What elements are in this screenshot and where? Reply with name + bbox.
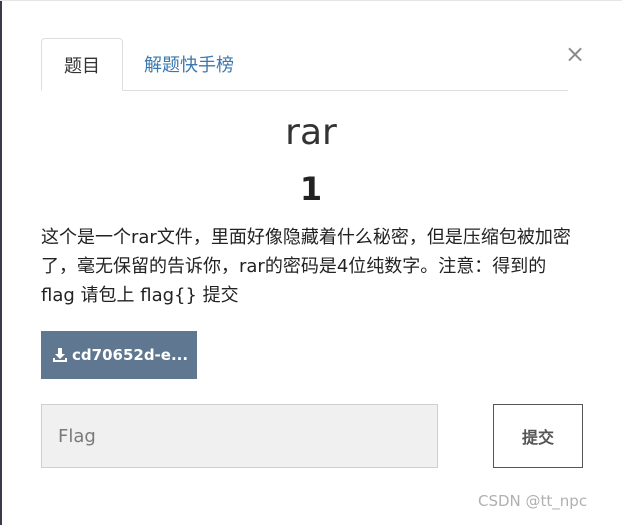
tab-bar: 题目 解题快手榜 <box>41 38 568 91</box>
challenge-title: rar <box>285 112 337 153</box>
download-file-button[interactable]: cd70652d-e... <box>41 331 197 379</box>
window-edge <box>0 0 2 525</box>
challenge-points: 1 <box>299 170 323 208</box>
flag-input[interactable] <box>41 404 438 468</box>
download-file-label: cd70652d-e... <box>72 346 189 364</box>
watermark: CSDN @tt_npc <box>478 492 588 510</box>
challenge-modal: × 题目 解题快手榜 rar 1 这个是一个rar文件，里面好像隐藏着什么秘密，… <box>0 0 622 525</box>
challenge-description: 这个是一个rar文件，里面好像隐藏着什么秘密，但是压缩包被加密了，毫无保留的告诉… <box>41 227 571 306</box>
tab-leaderboard[interactable]: 解题快手榜 <box>144 38 234 90</box>
tab-challenge[interactable]: 题目 <box>41 38 123 91</box>
submit-button[interactable]: 提交 <box>493 404 583 468</box>
download-icon <box>53 348 67 362</box>
window-top-edge <box>0 0 622 1</box>
